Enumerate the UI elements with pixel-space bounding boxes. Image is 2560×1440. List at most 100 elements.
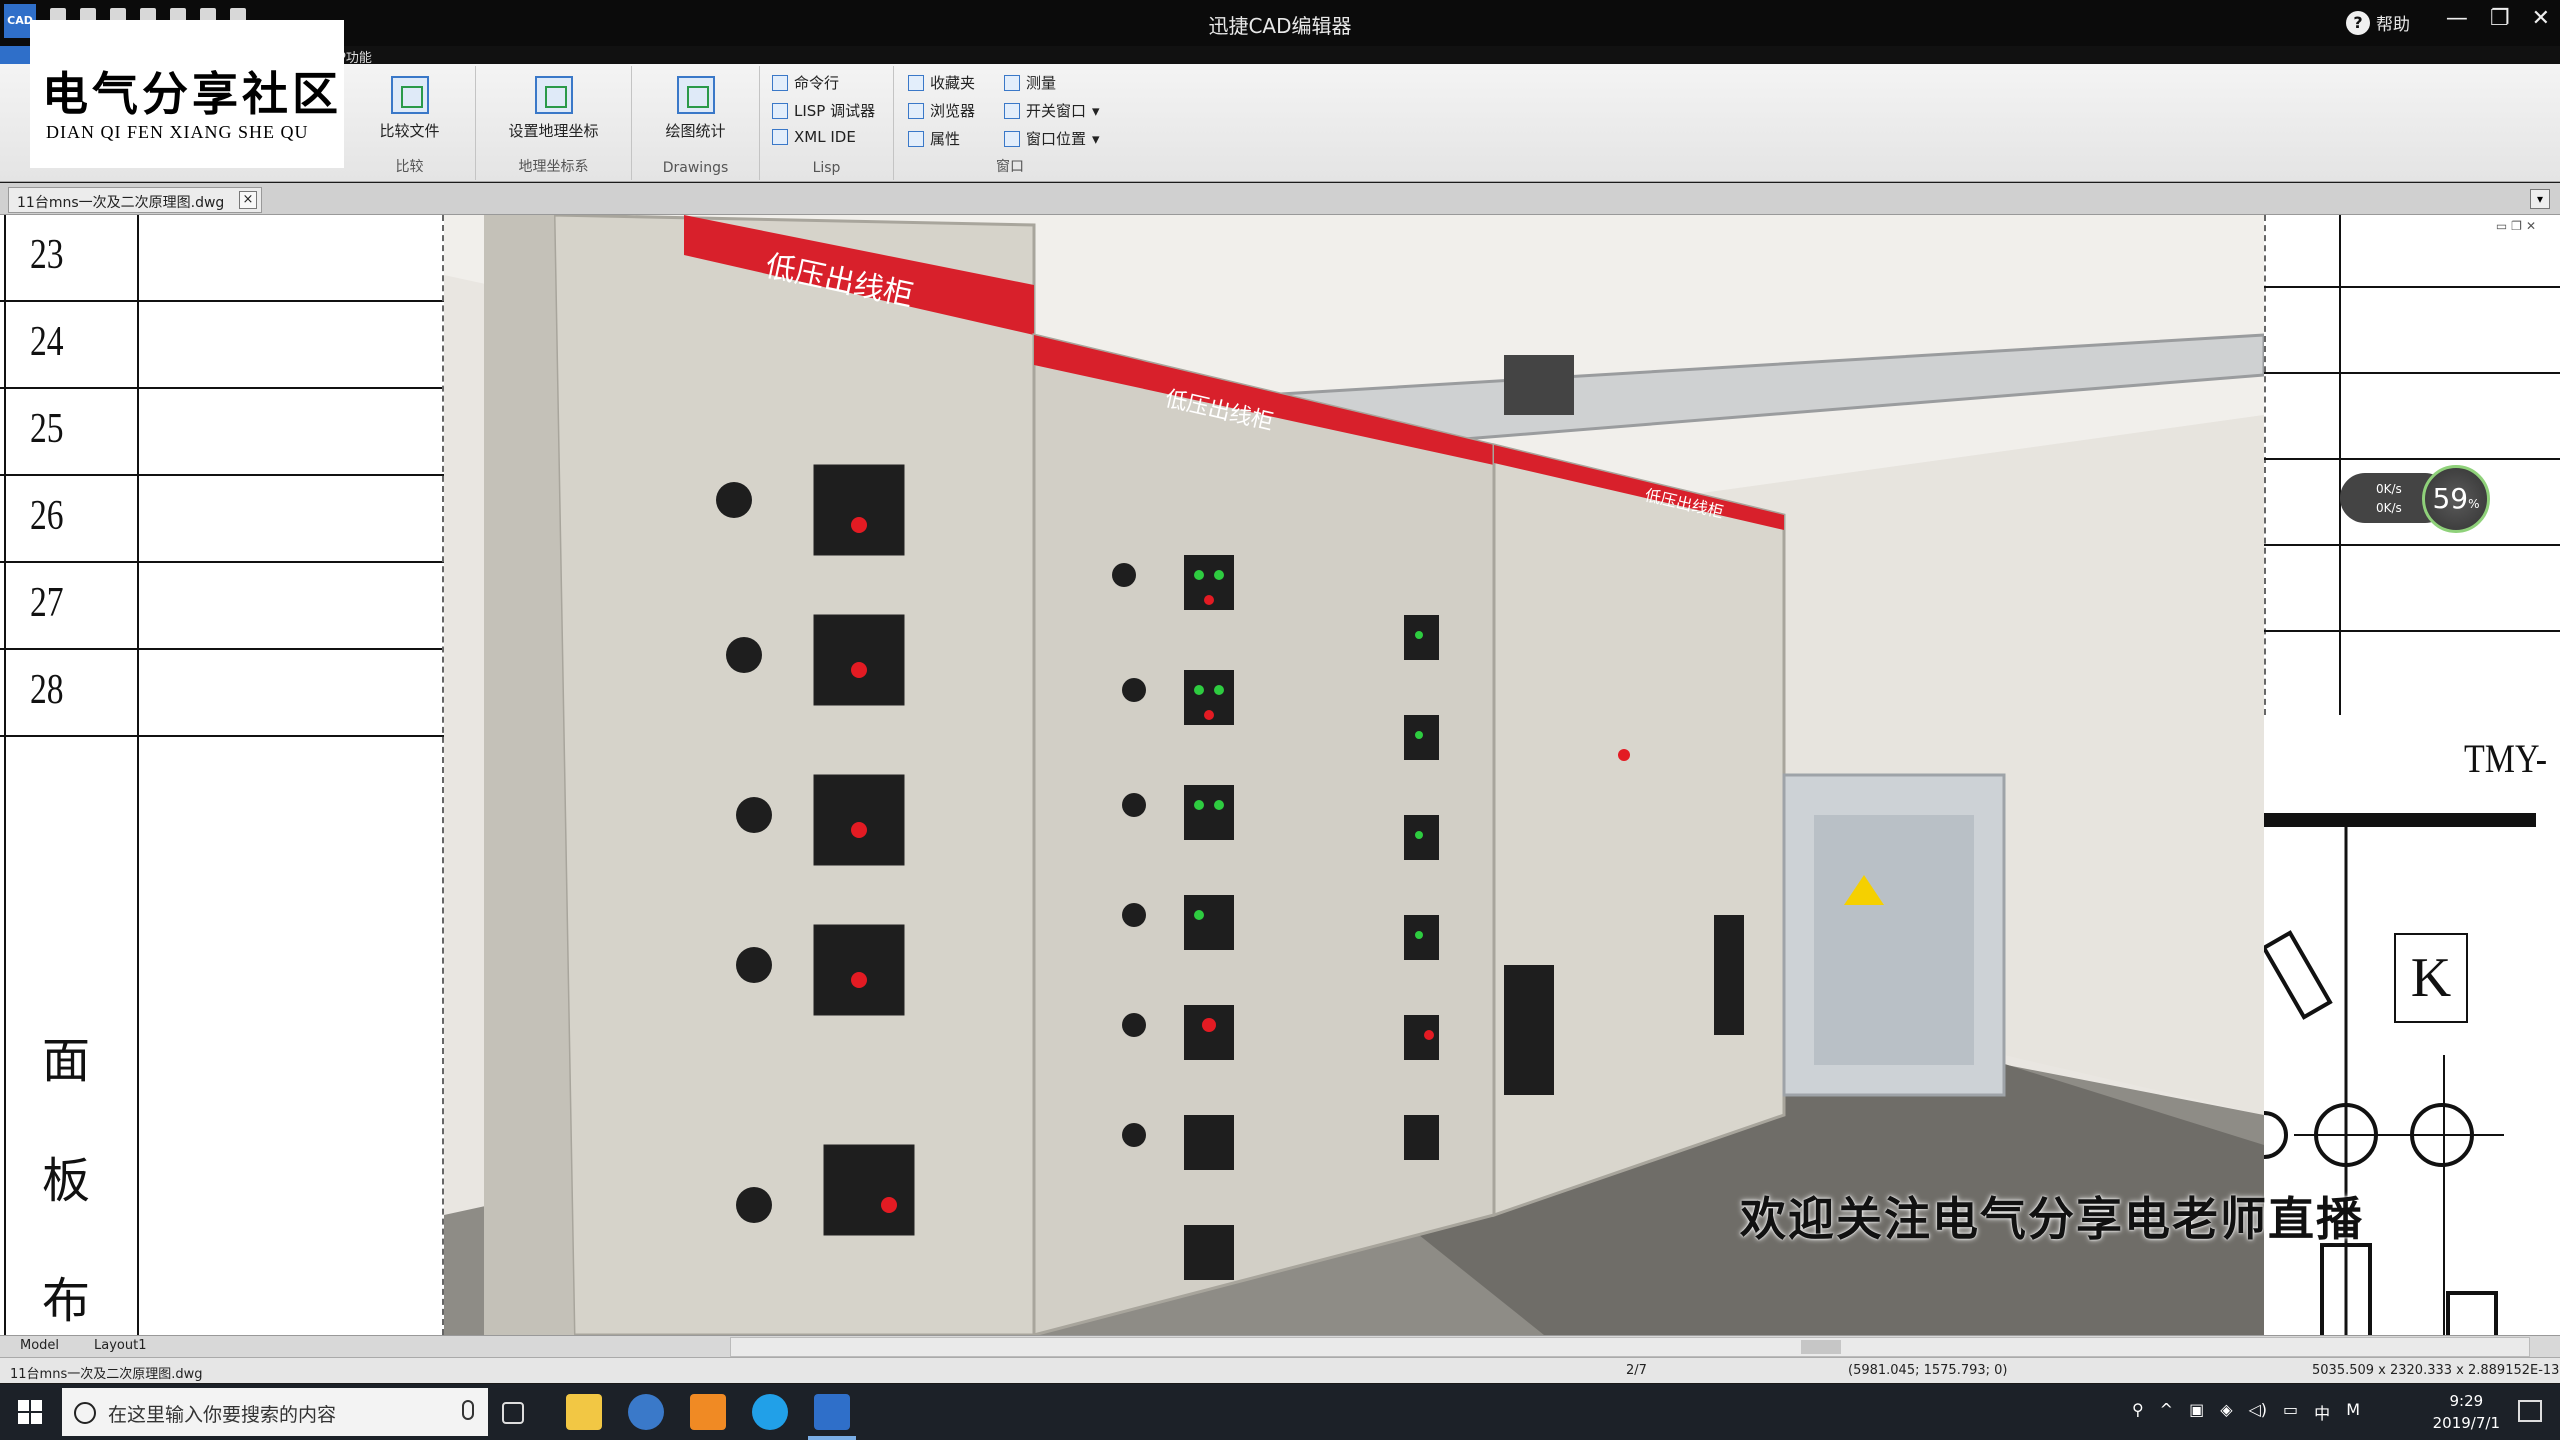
- security-icon[interactable]: ◈: [2220, 1400, 2232, 1424]
- properties-icon: [908, 130, 924, 147]
- table-row: 25: [0, 389, 444, 476]
- compare-files-button[interactable]: 比较文件: [344, 76, 475, 141]
- status-file-name: 11台mns一次及二次原理图.dwg: [10, 1367, 203, 1382]
- status-page: 2/7: [1626, 1363, 1647, 1378]
- contactor-symbol: K: [2394, 933, 2468, 1023]
- table-row: 26: [0, 476, 444, 563]
- system-tray: ⚲ ^ ▣ ◈ ◁) ▭ 中 M: [2132, 1400, 2360, 1424]
- panel-layout-char: 面: [42, 1033, 91, 1089]
- browser-icon[interactable]: [628, 1394, 664, 1430]
- browser-panel-icon: [908, 102, 924, 119]
- ime-mode[interactable]: M: [2346, 1400, 2360, 1424]
- row-number: 28: [30, 667, 64, 713]
- minimize-icon[interactable]: —: [2446, 6, 2468, 31]
- group-label-window: 窗口: [996, 159, 1024, 175]
- group-label-lisp: Lisp: [812, 160, 841, 176]
- table-row: 24: [0, 302, 444, 389]
- tab-layout1[interactable]: Layout1: [84, 1338, 156, 1356]
- file-explorer-icon[interactable]: [566, 1394, 602, 1430]
- viewport-controls[interactable]: ▭❐✕: [2496, 219, 2540, 233]
- ribbon: 比较文件 比较 设置地理坐标 地理坐标系 绘图统计 Drawings 命令行 L…: [0, 64, 2560, 182]
- xml-ide-button[interactable]: XML IDE: [772, 128, 856, 146]
- watermark-chinese: 电气分享社区: [42, 67, 342, 121]
- chevron-down-icon: ▾: [1092, 129, 1100, 148]
- active-app-indicator: [808, 1436, 856, 1440]
- display-icon[interactable]: ▭: [2283, 1400, 2298, 1424]
- watermark-pinyin: DIAN QI FEN XIANG SHE QU: [46, 122, 309, 142]
- tab-model[interactable]: Model: [10, 1338, 69, 1356]
- row-number: 23: [30, 232, 64, 278]
- ribbon-group-window: 收藏夹 浏览器 属性 测量 开关窗口 ▾ 窗口位置 ▾ 窗口: [894, 66, 1126, 180]
- favorites-button[interactable]: 收藏夹: [908, 72, 975, 93]
- people-icon[interactable]: ⚲: [2132, 1400, 2144, 1424]
- network-speed-widget[interactable]: 0K/s 0K/s 59%: [2340, 465, 2490, 533]
- row-number: 27: [30, 580, 64, 626]
- ribbon-group-lisp: 命令行 LISP 调试器 XML IDE Lisp: [760, 66, 894, 180]
- title-bar: CAD 迅捷CAD编辑器 ? 帮助 — ❐ ✕: [0, 0, 2560, 46]
- measure-button[interactable]: 测量: [1004, 72, 1056, 93]
- notification-center-icon[interactable]: [2518, 1400, 2542, 1422]
- right-drawing-area: ▭❐✕ TMY- K: [2264, 215, 2560, 1335]
- toggle-windows-button[interactable]: 开关窗口 ▾: [1004, 100, 1100, 121]
- ribbon-group-geo: 设置地理坐标 地理坐标系: [476, 66, 632, 180]
- menu-strip: P功能: [0, 46, 2560, 66]
- microphone-icon[interactable]: [462, 1400, 474, 1420]
- table-row: 23: [0, 215, 444, 302]
- cad-app-icon[interactable]: [814, 1394, 850, 1430]
- lisp-debugger-button[interactable]: LISP 调试器: [772, 100, 875, 121]
- window-position-icon: [1004, 130, 1020, 147]
- switchgear-illustration: 低压出线柜 低压出线柜 低压出线柜: [444, 215, 2264, 1335]
- window-controls: — ❐ ✕: [2446, 6, 2550, 31]
- app-window: CAD 迅捷CAD编辑器 ? 帮助 — ❐ ✕ P功能 比较文件 比较 设置地理…: [0, 0, 2560, 1440]
- task-view-icon[interactable]: [502, 1402, 524, 1424]
- chat-app-icon[interactable]: [752, 1394, 788, 1430]
- usage-gauge: 59%: [2422, 465, 2490, 533]
- volume-icon[interactable]: ◁): [2249, 1400, 2268, 1424]
- usage-unit: %: [2468, 497, 2480, 511]
- scroll-thumb[interactable]: [1801, 1340, 1841, 1354]
- command-line-button[interactable]: 命令行: [772, 72, 839, 93]
- windows-start-icon[interactable]: [18, 1400, 42, 1424]
- drawing-statistics-button[interactable]: 绘图统计: [632, 76, 759, 141]
- panel-layout-char: 板: [42, 1153, 91, 1209]
- windows-icon: [1004, 102, 1020, 119]
- help-label: 帮助: [2376, 15, 2410, 35]
- busbar-label: TMY-: [2464, 736, 2548, 781]
- status-bar: 11台mns一次及二次原理图.dwg 2/7 (5981.045; 1575.7…: [0, 1357, 2560, 1383]
- chevron-down-icon: ▾: [1092, 101, 1100, 120]
- tab-list-dropdown[interactable]: ▾: [2530, 189, 2550, 209]
- document-tab-strip: 11台mns一次及二次原理图.dwg × ▾: [0, 183, 2560, 215]
- document-tab[interactable]: 11台mns一次及二次原理图.dwg ×: [8, 187, 262, 213]
- table-row: 27: [0, 563, 444, 650]
- panel-layout-char: 布: [42, 1273, 91, 1329]
- window-position-button[interactable]: 窗口位置 ▾: [1004, 128, 1100, 149]
- search-placeholder: 在这里输入你要搜索的内容: [108, 1404, 337, 1426]
- taskbar-search-box[interactable]: 在这里输入你要搜索的内容: [62, 1388, 488, 1436]
- taskbar-clock[interactable]: 9:29 2019/7/1: [2433, 1390, 2500, 1434]
- layout-tab-bar: Model Layout1: [0, 1335, 2560, 1357]
- browser-button[interactable]: 浏览器: [908, 100, 975, 121]
- clock-time: 9:29: [2449, 1392, 2484, 1410]
- set-geo-coordinates-button[interactable]: 设置地理坐标: [476, 76, 631, 141]
- statistics-icon: [676, 76, 715, 114]
- usage-percent: 59: [2432, 482, 2469, 515]
- table-row: 28: [0, 650, 444, 737]
- live-stream-caption: 欢迎关注电气分享电老师直播: [1740, 1192, 2364, 1246]
- close-icon[interactable]: ✕: [2532, 6, 2550, 31]
- command-line-icon: [772, 74, 788, 91]
- drawing-canvas[interactable]: 23 24 25 26 27 28 面 板 布 低压出线柜 低压出线柜 低压出线…: [0, 215, 2560, 1335]
- puzzle-app-icon[interactable]: [690, 1394, 726, 1430]
- close-tab-icon[interactable]: ×: [239, 191, 257, 209]
- ime-language[interactable]: 中: [2314, 1400, 2330, 1424]
- help-button[interactable]: ? 帮助: [2346, 10, 2410, 35]
- properties-button[interactable]: 属性: [908, 128, 960, 149]
- network-icon[interactable]: ▣: [2189, 1400, 2204, 1424]
- ruler-icon: [1004, 74, 1020, 91]
- restore-icon[interactable]: ❐: [2490, 6, 2510, 31]
- community-watermark: 电气分享社区 DIAN QI FEN XIANG SHE QU: [30, 20, 344, 168]
- horizontal-scrollbar[interactable]: [730, 1337, 2530, 1357]
- debugger-icon: [772, 102, 788, 119]
- cortana-icon: [74, 1402, 96, 1424]
- document-tab-label: 11台mns一次及二次原理图.dwg: [17, 195, 225, 211]
- tray-expand-icon[interactable]: ^: [2160, 1400, 2173, 1424]
